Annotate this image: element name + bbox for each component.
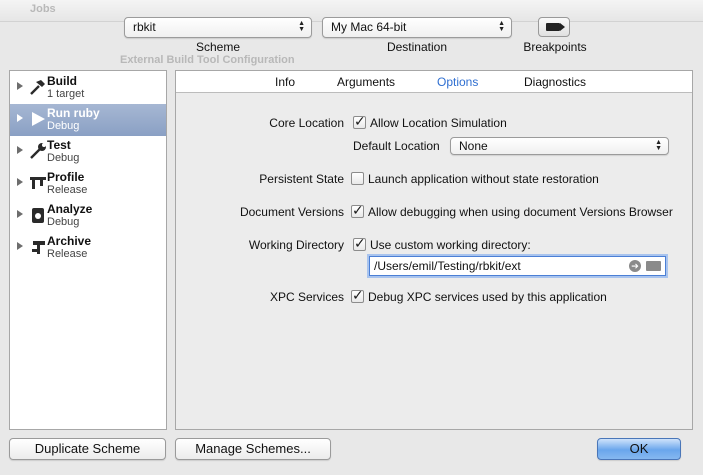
tab-options[interactable]: Options xyxy=(437,75,478,89)
archive-icon xyxy=(32,241,45,254)
tab-bar: Info Arguments Options Diagnostics xyxy=(176,71,692,93)
breakpoints-label: Breakpoints xyxy=(523,40,587,54)
sidebar-item-build[interactable]: Build 1 target xyxy=(10,72,166,104)
persistent-state-label: Persistent State xyxy=(259,172,344,186)
ok-button[interactable]: OK xyxy=(597,438,681,460)
manage-schemes-button[interactable]: Manage Schemes... xyxy=(175,438,331,460)
default-location-label: Default Location xyxy=(353,139,440,153)
wrench-icon xyxy=(30,143,46,159)
sidebar-item-subtitle: Release xyxy=(47,184,88,196)
tab-diagnostics[interactable]: Diagnostics xyxy=(524,75,586,89)
sidebar-item-subtitle: Debug xyxy=(47,120,80,132)
default-location-popup[interactable]: None ▲ ▼ xyxy=(450,137,669,155)
xpc-services-checkbox[interactable] xyxy=(351,287,364,304)
working-directory-field[interactable]: /Users/emil/Testing/rbkit/ext ➔ xyxy=(369,256,666,276)
xpc-services-label: XPC Services xyxy=(269,290,344,304)
persistent-state-checkbox-label[interactable]: Launch application without state restora… xyxy=(368,172,599,186)
sidebar-item-title: Run ruby xyxy=(47,106,100,120)
sidebar-item-subtitle: Release xyxy=(47,248,88,260)
tab-arguments[interactable]: Arguments xyxy=(337,75,395,89)
sidebar-item-archive[interactable]: Archive Release xyxy=(10,232,166,264)
scheme-actions-sidebar: Build 1 target Run ruby Debug Test Debug… xyxy=(9,70,167,430)
scheme-label: Scheme xyxy=(195,40,241,54)
folder-icon[interactable] xyxy=(646,261,661,271)
scheme-value: rbkit xyxy=(133,20,156,34)
background-section-title: External Build Tool Configuration xyxy=(120,54,295,66)
core-location-checkbox-label[interactable]: Allow Location Simulation xyxy=(370,116,507,130)
analyze-icon xyxy=(32,208,44,223)
sidebar-item-title: Archive xyxy=(47,234,92,248)
disclosure-triangle-icon[interactable] xyxy=(17,242,23,250)
persistent-state-checkbox[interactable] xyxy=(351,172,364,185)
sidebar-item-profile[interactable]: Profile Release xyxy=(10,168,166,200)
disclosure-triangle-icon[interactable] xyxy=(17,114,23,122)
working-directory-checkbox[interactable] xyxy=(353,235,366,252)
popup-arrows-icon: ▲ ▼ xyxy=(298,20,305,33)
breakpoints-button[interactable] xyxy=(538,17,570,37)
sidebar-item-subtitle: Debug xyxy=(47,152,80,164)
caliper-icon xyxy=(30,177,46,189)
sidebar-item-title: Build xyxy=(47,74,77,88)
working-directory-checkbox-label[interactable]: Use custom working directory: xyxy=(370,238,531,252)
sidebar-item-run[interactable]: Run ruby Debug xyxy=(10,104,166,136)
reveal-arrow-icon[interactable]: ➔ xyxy=(629,260,641,272)
xpc-services-checkbox-label[interactable]: Debug XPC services used by this applicat… xyxy=(368,290,607,304)
default-location-value: None xyxy=(459,139,488,153)
disclosure-triangle-icon[interactable] xyxy=(17,210,23,218)
sidebar-item-analyze[interactable]: Analyze Debug xyxy=(10,200,166,232)
play-icon xyxy=(32,112,45,126)
disclosure-triangle-icon[interactable] xyxy=(17,178,23,186)
disclosure-triangle-icon[interactable] xyxy=(17,82,23,90)
scheme-popup[interactable]: rbkit ▲ ▼ xyxy=(124,17,312,38)
duplicate-scheme-button[interactable]: Duplicate Scheme xyxy=(9,438,166,460)
background-window-title: Jobs xyxy=(30,3,56,15)
sidebar-item-test[interactable]: Test Debug xyxy=(10,136,166,168)
document-versions-label: Document Versions xyxy=(239,205,344,219)
document-versions-checkbox-label[interactable]: Allow debugging when using document Vers… xyxy=(368,205,673,219)
sidebar-item-subtitle: Debug xyxy=(47,216,80,228)
breakpoint-icon xyxy=(546,23,565,31)
sidebar-item-title: Test xyxy=(47,138,71,152)
sidebar-item-title: Profile xyxy=(47,170,85,184)
core-location-checkbox[interactable] xyxy=(353,113,366,130)
tab-info[interactable]: Info xyxy=(275,75,295,89)
popup-arrows-icon: ▲ ▼ xyxy=(498,20,505,33)
destination-value: My Mac 64-bit xyxy=(331,20,407,34)
core-location-label: Core Location xyxy=(269,116,344,130)
disclosure-triangle-icon[interactable] xyxy=(17,146,23,154)
working-directory-path: /Users/emil/Testing/rbkit/ext xyxy=(374,259,521,273)
document-versions-checkbox[interactable] xyxy=(351,202,364,219)
destination-label: Destination xyxy=(386,40,448,54)
destination-popup[interactable]: My Mac 64-bit ▲ ▼ xyxy=(322,17,512,38)
sidebar-item-title: Analyze xyxy=(47,202,93,216)
working-directory-label: Working Directory xyxy=(248,238,344,252)
hammer-icon xyxy=(30,80,45,95)
sidebar-item-subtitle: 1 target xyxy=(47,88,85,100)
popup-arrows-icon: ▲ ▼ xyxy=(655,139,662,152)
